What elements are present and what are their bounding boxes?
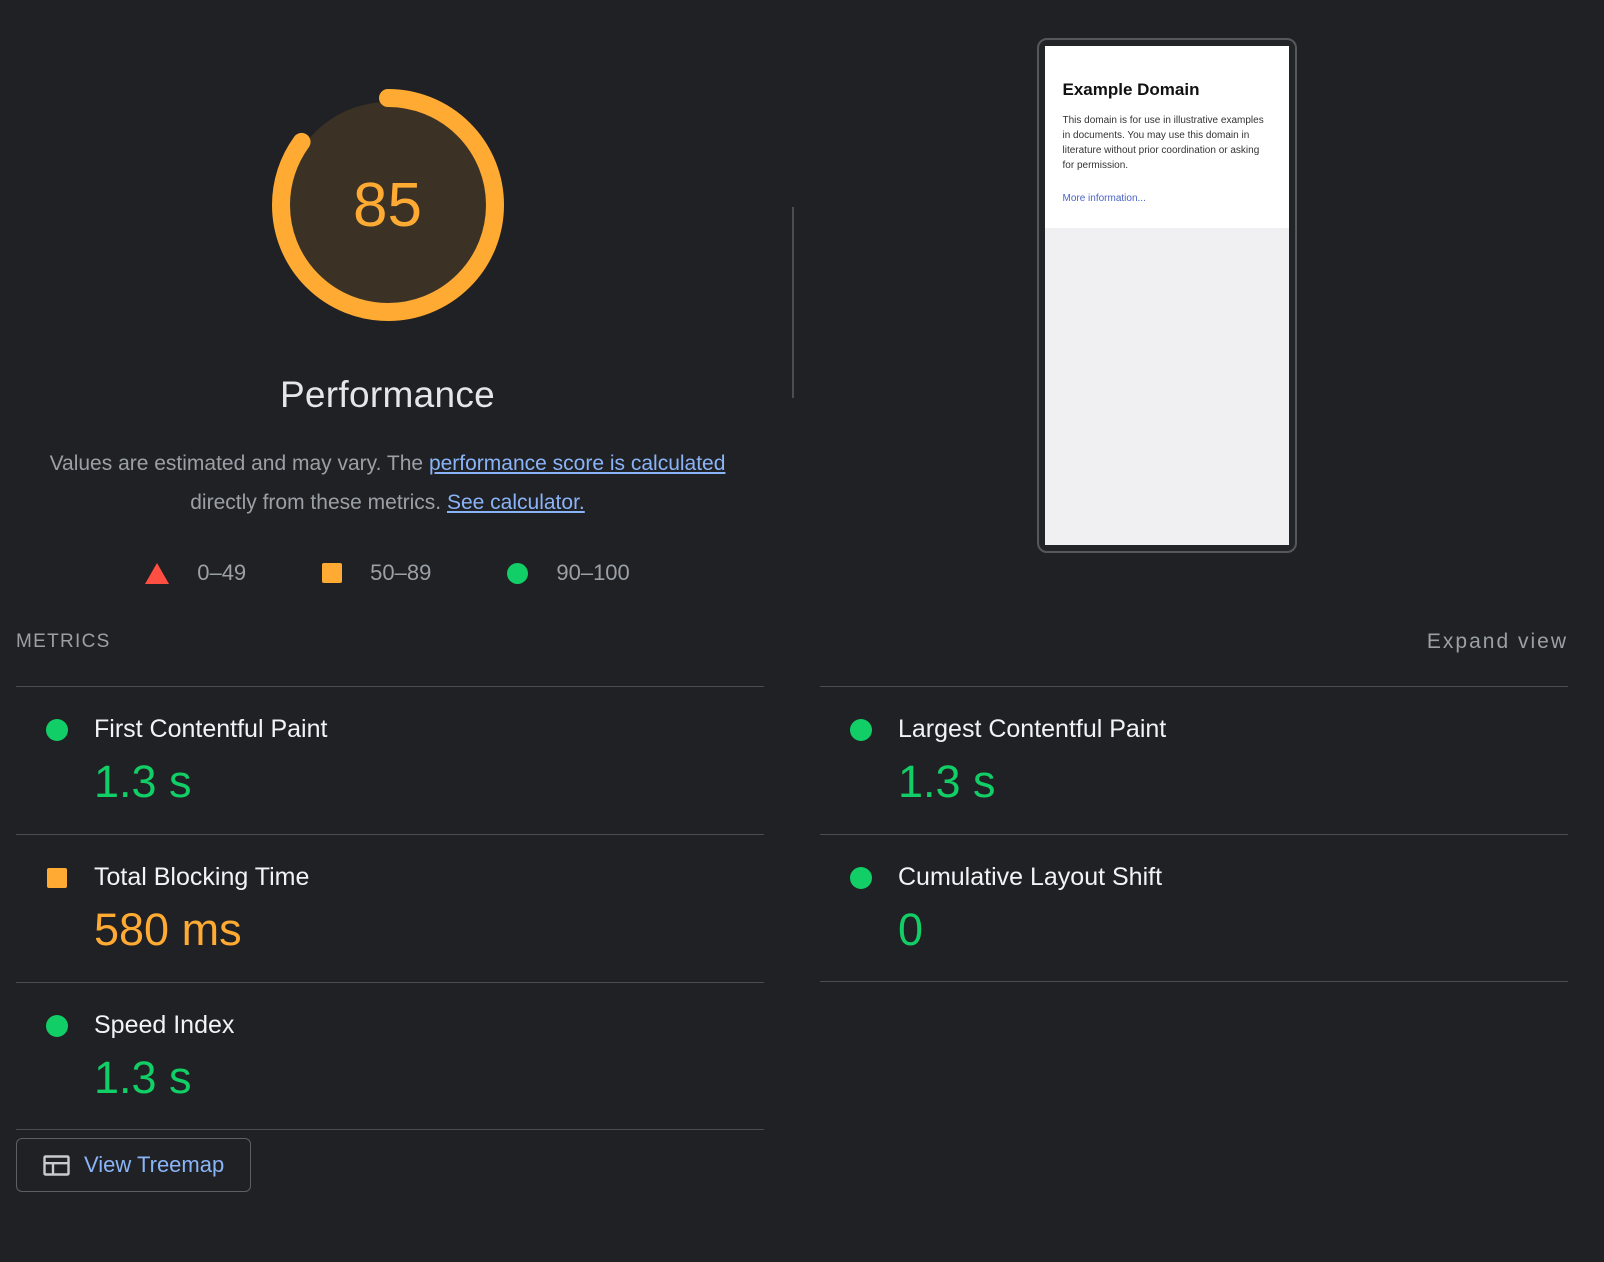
metric-label: Cumulative Layout Shift [898, 863, 1162, 892]
expand-view-button[interactable]: Expand view [1427, 630, 1568, 654]
legend-range-fail: 0–49 [197, 560, 246, 586]
pass-circle-icon [850, 867, 872, 889]
page-screenshot-thumbnail: Example Domain This domain is for use in… [1037, 38, 1297, 553]
legend-item-pass: 90–100 [507, 560, 629, 586]
description-text-2: directly from these metrics. [190, 491, 447, 514]
metric-cumulative-layout-shift: Cumulative Layout Shift 0 [820, 834, 1568, 982]
view-treemap-label: View Treemap [84, 1152, 224, 1178]
view-treemap-button[interactable]: View Treemap [16, 1138, 251, 1192]
screenshot-page: Example Domain This domain is for use in… [1045, 46, 1289, 545]
metric-value: 0 [898, 904, 1568, 956]
pass-circle-icon [850, 719, 872, 741]
see-calculator-link[interactable]: See calculator. [447, 491, 585, 514]
screenshot-more-information-link: More information... [1063, 193, 1146, 204]
metric-total-blocking-time: Total Blocking Time 580 ms [16, 834, 764, 982]
average-square-icon [47, 868, 67, 888]
pass-circle-icon [46, 1015, 68, 1037]
legend-range-average: 50–89 [370, 560, 431, 586]
orange-square-icon [322, 563, 342, 583]
metrics-grid: First Contentful Paint 1.3 s Largest Con… [16, 686, 1568, 1130]
performance-score-gauge[interactable]: 85 [271, 88, 505, 322]
metric-label: Total Blocking Time [94, 863, 309, 892]
metric-label: Speed Index [94, 1011, 234, 1040]
treemap-icon [43, 1155, 70, 1176]
metric-value: 1.3 s [94, 756, 764, 808]
metric-largest-contentful-paint: Largest Contentful Paint 1.3 s [820, 686, 1568, 834]
score-range-legend: 0–49 50–89 90–100 [145, 560, 630, 586]
screenshot-page-background [1045, 228, 1289, 545]
metric-label: First Contentful Paint [94, 715, 327, 744]
performance-description: Values are estimated and may vary. The p… [38, 444, 738, 522]
metric-first-contentful-paint: First Contentful Paint 1.3 s [16, 686, 764, 834]
metrics-section-title: METRICS [16, 631, 111, 653]
legend-item-average: 50–89 [322, 560, 431, 586]
metric-value: 1.3 s [94, 1052, 764, 1104]
screenshot-page-body: This domain is for use in illustrative e… [1063, 113, 1271, 173]
performance-score-value: 85 [271, 88, 505, 322]
screenshot-page-title: Example Domain [1063, 80, 1271, 100]
pass-circle-icon [46, 719, 68, 741]
metrics-header: METRICS Expand view [16, 630, 1568, 686]
legend-item-fail: 0–49 [145, 560, 246, 586]
legend-range-pass: 90–100 [556, 560, 629, 586]
performance-summary-section: 85 Performance Values are estimated and … [0, 0, 1604, 586]
vertical-divider [792, 207, 794, 398]
performance-score-calculated-link[interactable]: performance score is calculated [429, 452, 725, 475]
red-triangle-icon [145, 563, 169, 584]
treemap-row: View Treemap [16, 1138, 1568, 1192]
description-text-1: Values are estimated and may vary. The [50, 452, 429, 475]
performance-title: Performance [280, 374, 495, 416]
metric-label: Largest Contentful Paint [898, 715, 1166, 744]
metric-speed-index: Speed Index 1.3 s [16, 982, 764, 1130]
metric-value: 1.3 s [898, 756, 1568, 808]
green-circle-icon [507, 563, 528, 584]
metric-value: 580 ms [94, 904, 764, 956]
